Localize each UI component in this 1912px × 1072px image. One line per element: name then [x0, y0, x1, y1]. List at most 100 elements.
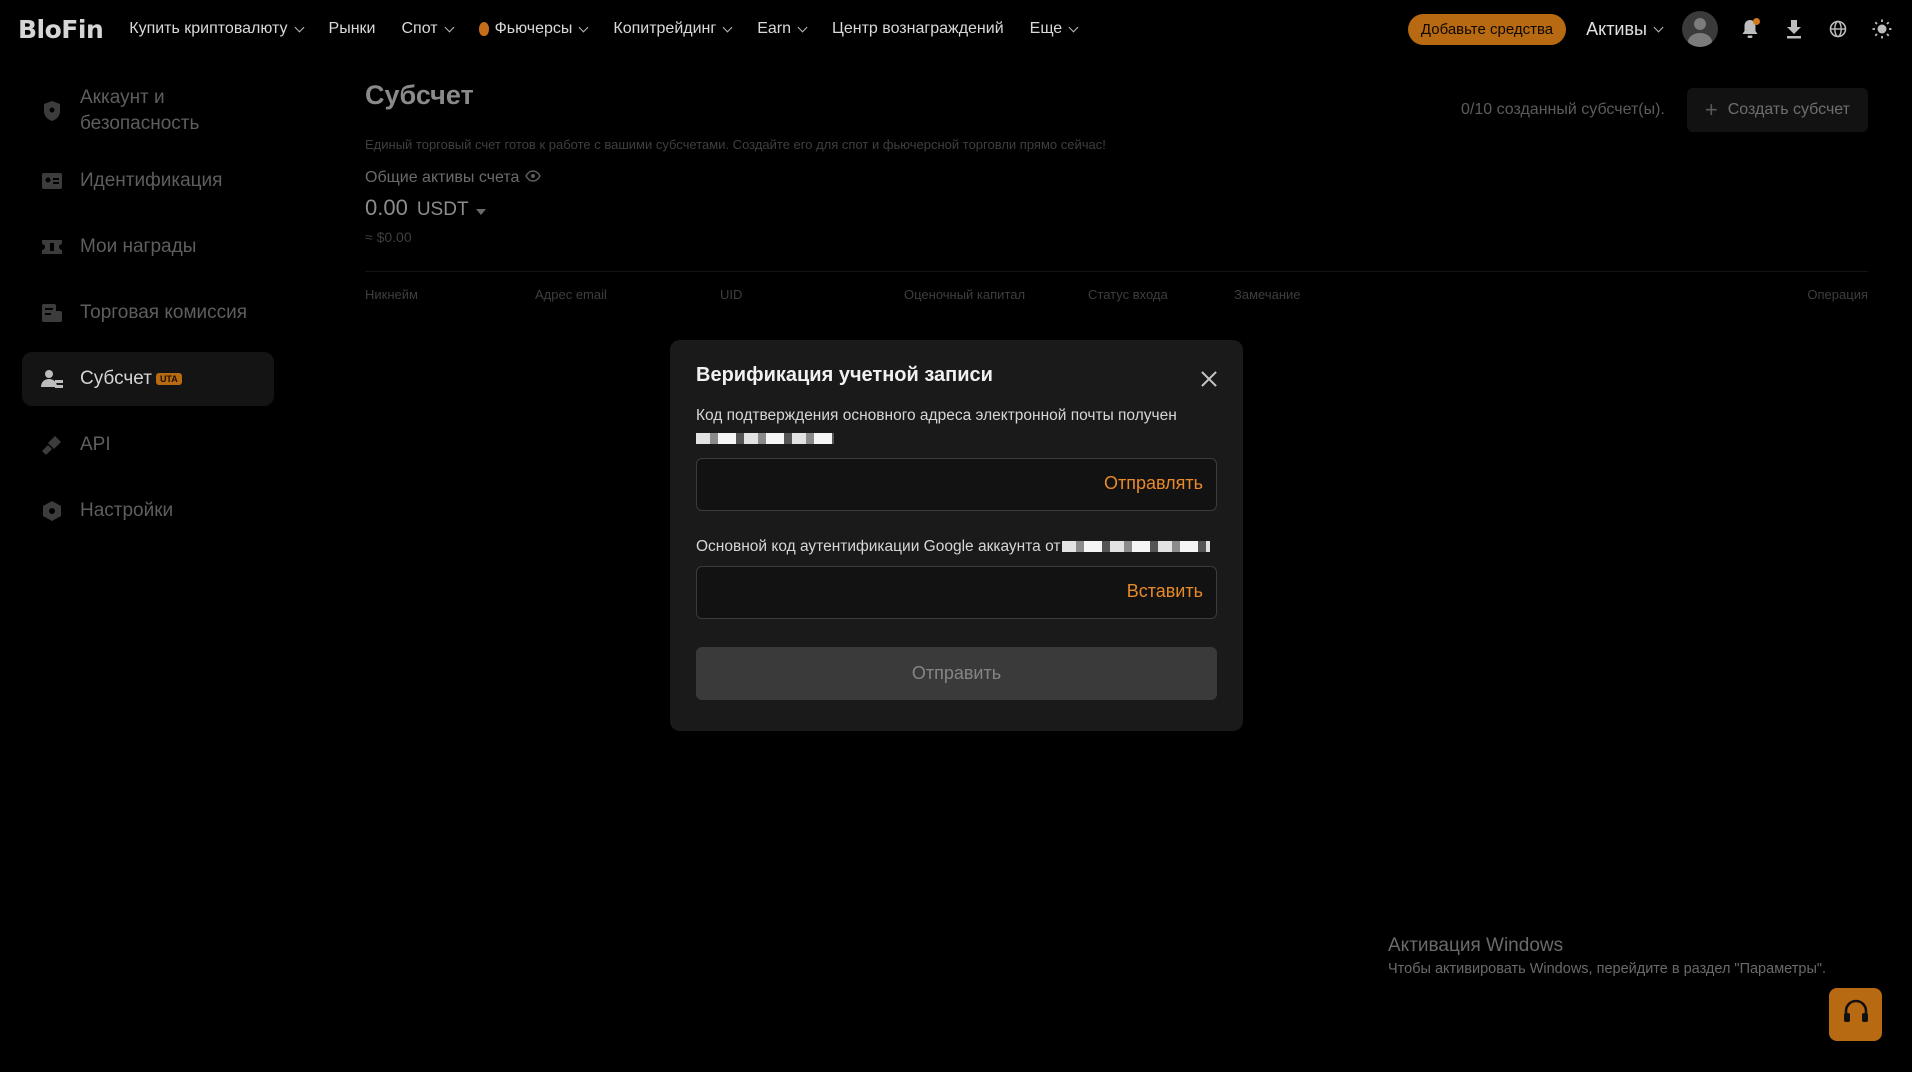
sidebar: Аккаунт и безопасность Идентификация Мои… — [22, 76, 274, 550]
close-icon[interactable] — [1200, 370, 1218, 388]
id-card-icon — [40, 169, 64, 193]
globe-icon[interactable] — [1826, 17, 1850, 41]
email-code-label: Код подтверждения основного адреса элект… — [696, 404, 1217, 450]
sidebar-item-trading-fee[interactable]: Торговая комиссия — [22, 286, 274, 340]
settings-icon — [40, 499, 64, 523]
fee-icon — [40, 301, 64, 325]
add-funds-button[interactable]: Добавьте средства — [1407, 13, 1567, 45]
sub-account-icon — [40, 367, 64, 391]
chevron-down-icon — [444, 22, 455, 32]
nav-spot-label: Спот — [401, 20, 438, 37]
assets-menu[interactable]: Активы — [1586, 18, 1664, 40]
sidebar-item-identification[interactable]: Идентификация — [22, 154, 274, 208]
api-icon — [40, 433, 64, 457]
windows-activation-watermark: Активация Windows Чтобы активировать Win… — [1388, 935, 1826, 977]
sidebar-item-api[interactable]: API — [22, 418, 274, 472]
nav-futures-label: Фьючерсы — [494, 20, 573, 37]
notification-dot — [1753, 18, 1760, 25]
nav-more-label: Еще — [1029, 20, 1063, 37]
column-nickname: Никнейм — [365, 287, 418, 302]
account-verification-modal: Верификация учетной записи Код подтвержд… — [670, 340, 1243, 731]
sidebar-item-account-security[interactable]: Аккаунт и безопасность — [22, 76, 274, 146]
chevron-down-icon — [578, 22, 589, 32]
download-icon[interactable] — [1782, 17, 1806, 41]
chevron-down-icon — [797, 22, 808, 32]
main-content: Субсчет 0/10 созданный субсчет(ы). + Соз… — [365, 80, 1868, 313]
currency-select[interactable]: USDT — [417, 199, 486, 221]
nav-menu: Купить криптовалюту Рынки Спот Фьючерсы … — [129, 20, 1079, 38]
submit-button[interactable]: Отправить — [696, 647, 1217, 700]
nav-markets-label: Рынки — [328, 20, 376, 37]
shield-icon — [40, 99, 64, 123]
sidebar-item-label: Мои награды — [80, 236, 197, 257]
sidebar-item-label: Настройки — [80, 500, 174, 521]
blofin-logo[interactable]: BloFin — [18, 15, 104, 44]
column-login-status: Статус входа — [1088, 287, 1168, 302]
sun-icon[interactable] — [1870, 17, 1894, 41]
chevron-down-icon — [294, 22, 304, 32]
assets-label: Активы — [1586, 18, 1647, 39]
create-sub-account-label: Создать субсчет — [1727, 101, 1850, 118]
caret-down-icon — [475, 209, 486, 215]
headset-icon — [1842, 999, 1870, 1030]
sidebar-item-label: Аккаунт и безопасность — [80, 87, 200, 134]
nav-futures[interactable]: Фьючерсы — [478, 20, 589, 38]
watermark-text: Чтобы активировать Windows, перейдите в … — [1388, 961, 1827, 977]
modal-title: Верификация учетной записи — [696, 364, 993, 386]
sidebar-item-label: Идентификация — [80, 170, 223, 191]
nav-markets[interactable]: Рынки — [329, 20, 376, 38]
eye-icon[interactable] — [525, 169, 542, 187]
uta-badge: UTA — [155, 373, 182, 385]
page-subtitle: Единый торговый счет готов к работе с ва… — [365, 137, 1106, 152]
nav-earn[interactable]: Earn — [757, 20, 808, 38]
sidebar-item-label: API — [80, 434, 111, 455]
top-navigation: BloFin Купить криптовалюту Рынки Спот Фь… — [0, 0, 1912, 58]
email-code-field: Отправлять — [696, 458, 1217, 511]
watermark-title: Активация Windows — [1388, 935, 1564, 956]
masked-account — [1062, 541, 1211, 553]
balance-value: 0.00 — [365, 195, 408, 220]
nav-more[interactable]: Еще — [1029, 20, 1079, 38]
column-remark: Замечание — [1234, 287, 1301, 302]
google-code-label-text: Основной код аутентификации Google аккау… — [696, 538, 1061, 555]
column-operation: Операция — [1807, 287, 1868, 302]
nav-copytrading-label: Копитрейдинг — [613, 20, 717, 37]
create-sub-account-button[interactable]: + Создать субсчет — [1686, 88, 1868, 132]
header-actions: 0/10 созданный субсчет(ы). + Создать суб… — [1461, 88, 1868, 132]
nav-buy-crypto[interactable]: Купить криптовалюту — [129, 20, 304, 38]
currency-label: USDT — [416, 199, 469, 220]
nav-right-group: Добавьте средства Активы — [1407, 0, 1894, 58]
nav-rewards-center[interactable]: Центр вознаграждений — [832, 20, 1004, 38]
sidebar-item-settings[interactable]: Настройки — [22, 484, 274, 538]
google-code-field: Вставить — [696, 566, 1217, 619]
sidebar-item-label: Торговая комиссия — [80, 302, 248, 323]
sub-account-table-header: Никнейм Адрес email UID Оценочный капита… — [365, 271, 1868, 313]
nav-rewards-label: Центр вознаграждений — [832, 20, 1004, 37]
nav-buy-crypto-label: Купить криптовалюту — [129, 20, 288, 37]
column-estimated-capital: Оценочный капитал — [904, 287, 1026, 302]
sub-account-counter: 0/10 созданный субсчет(ы). — [1461, 101, 1665, 118]
column-uid: UID — [720, 287, 743, 302]
column-email: Адрес email — [535, 287, 607, 302]
balance: 0.00 USDT — [365, 195, 1868, 221]
sidebar-item-my-rewards[interactable]: Мои награды — [22, 220, 274, 274]
sidebar-item-sub-account[interactable]: Субсчет UTA — [22, 352, 274, 406]
paste-button[interactable]: Вставить — [1127, 581, 1203, 602]
sidebar-item-label: Субсчет — [80, 368, 152, 389]
total-assets-text: Общие активы счета — [365, 169, 520, 186]
avatar[interactable] — [1682, 11, 1718, 47]
chevron-down-icon — [1068, 22, 1079, 32]
send-code-button[interactable]: Отправлять — [1104, 473, 1203, 494]
support-button[interactable] — [1829, 988, 1882, 1041]
google-code-label: Основной код аутентификации Google аккау… — [696, 535, 1217, 558]
nav-spot[interactable]: Спот — [401, 20, 455, 38]
nav-copytrading[interactable]: Копитрейдинг — [613, 20, 733, 38]
total-assets-label: Общие активы счета — [365, 169, 1868, 187]
plus-icon: + — [1704, 97, 1718, 122]
masked-email — [696, 433, 834, 445]
bell-icon[interactable] — [1738, 17, 1762, 41]
email-code-label-text: Код подтверждения основного адреса элект… — [696, 407, 1177, 424]
balance-usd: ≈ $0.00 — [365, 229, 412, 245]
chevron-down-icon — [722, 22, 733, 32]
nav-earn-label: Earn — [757, 20, 791, 37]
